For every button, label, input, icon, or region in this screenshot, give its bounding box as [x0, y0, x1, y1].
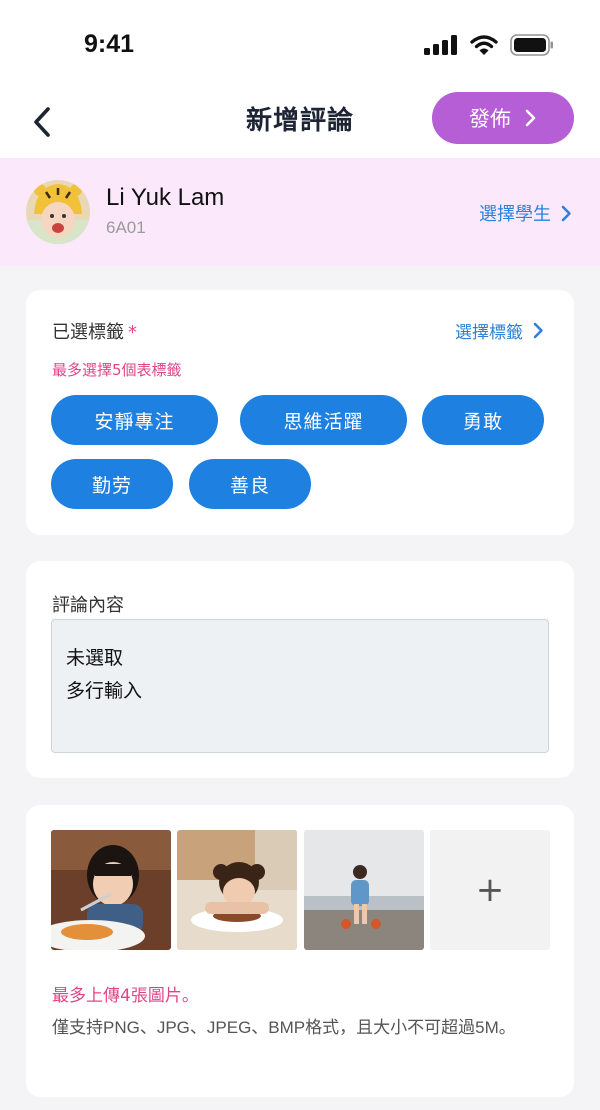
photo-image — [51, 830, 171, 950]
photo-thumbnail[interactable] — [51, 830, 171, 950]
photo-thumbnail[interactable] — [177, 830, 297, 950]
photo-thumbnail[interactable] — [304, 830, 424, 950]
comment-card: 評論內容 未選取 多行輸入 — [26, 561, 574, 778]
status-bar: 9:41 — [0, 0, 600, 92]
signal-icon — [424, 35, 457, 55]
wifi-icon — [470, 34, 498, 55]
status-icons — [424, 34, 554, 56]
status-time: 9:41 — [84, 30, 135, 58]
tags-card: 已選標籤 * 選擇標籤 最多選擇5個表標籤 安靜專注 思維活躍 勇敢 勤劳 善良 — [26, 290, 574, 535]
photos-card: + 最多上傳4張圖片。 僅支持PNG、JPG、JPEG、BMP格式，且大小不可超… — [26, 805, 574, 1097]
tag-chip[interactable]: 勤劳 — [51, 459, 173, 509]
select-tags-label: 選擇標籤 — [455, 323, 523, 343]
photo-image — [304, 830, 424, 950]
tag-chip[interactable]: 思維活躍 — [240, 395, 407, 445]
tag-chip[interactable]: 善良 — [189, 459, 311, 509]
comment-label: 評論內容 — [52, 595, 124, 616]
student-bar: Li Yuk Lam 6A01 選擇學生 — [0, 158, 600, 266]
comment-line: 未選取 — [66, 647, 124, 669]
add-photo-button[interactable]: + — [430, 830, 550, 950]
comment-textarea[interactable]: 未選取 多行輸入 — [51, 619, 549, 753]
student-class: 6A01 — [106, 218, 146, 237]
chevron-right-icon — [525, 109, 536, 127]
select-student-link[interactable]: 選擇學生 — [479, 200, 572, 226]
photo-format-text: 僅支持PNG、JPG、JPEG、BMP格式，且大小不可超過5M。 — [52, 1018, 516, 1037]
comment-line: 多行輸入 — [66, 680, 143, 702]
tags-label-text: 已選標籤 — [52, 322, 124, 343]
nav-bar: 新增評論 發佈 — [0, 92, 600, 158]
avatar — [26, 180, 90, 244]
photo-limit-text: 最多上傳4張圖片。 — [52, 986, 199, 1006]
chevron-right-icon — [561, 205, 571, 221]
student-avatar-image — [26, 180, 90, 244]
tags-label: 已選標籤 * — [52, 318, 137, 344]
tag-chip[interactable]: 安靜專注 — [51, 395, 218, 445]
publish-button[interactable]: 發佈 — [432, 92, 574, 144]
student-name: Li Yuk Lam — [106, 184, 225, 211]
publish-label: 發佈 — [469, 107, 511, 131]
chevron-right-icon — [533, 322, 543, 339]
battery-icon — [510, 34, 553, 56]
tag-chip[interactable]: 勇敢 — [422, 395, 544, 445]
select-student-label: 選擇學生 — [479, 204, 551, 225]
tags-hint: 最多選擇5個表標籤 — [52, 361, 182, 379]
photo-image — [177, 830, 297, 950]
required-mark: * — [128, 322, 137, 343]
select-tags-link[interactable]: 選擇標籤 — [455, 318, 544, 343]
